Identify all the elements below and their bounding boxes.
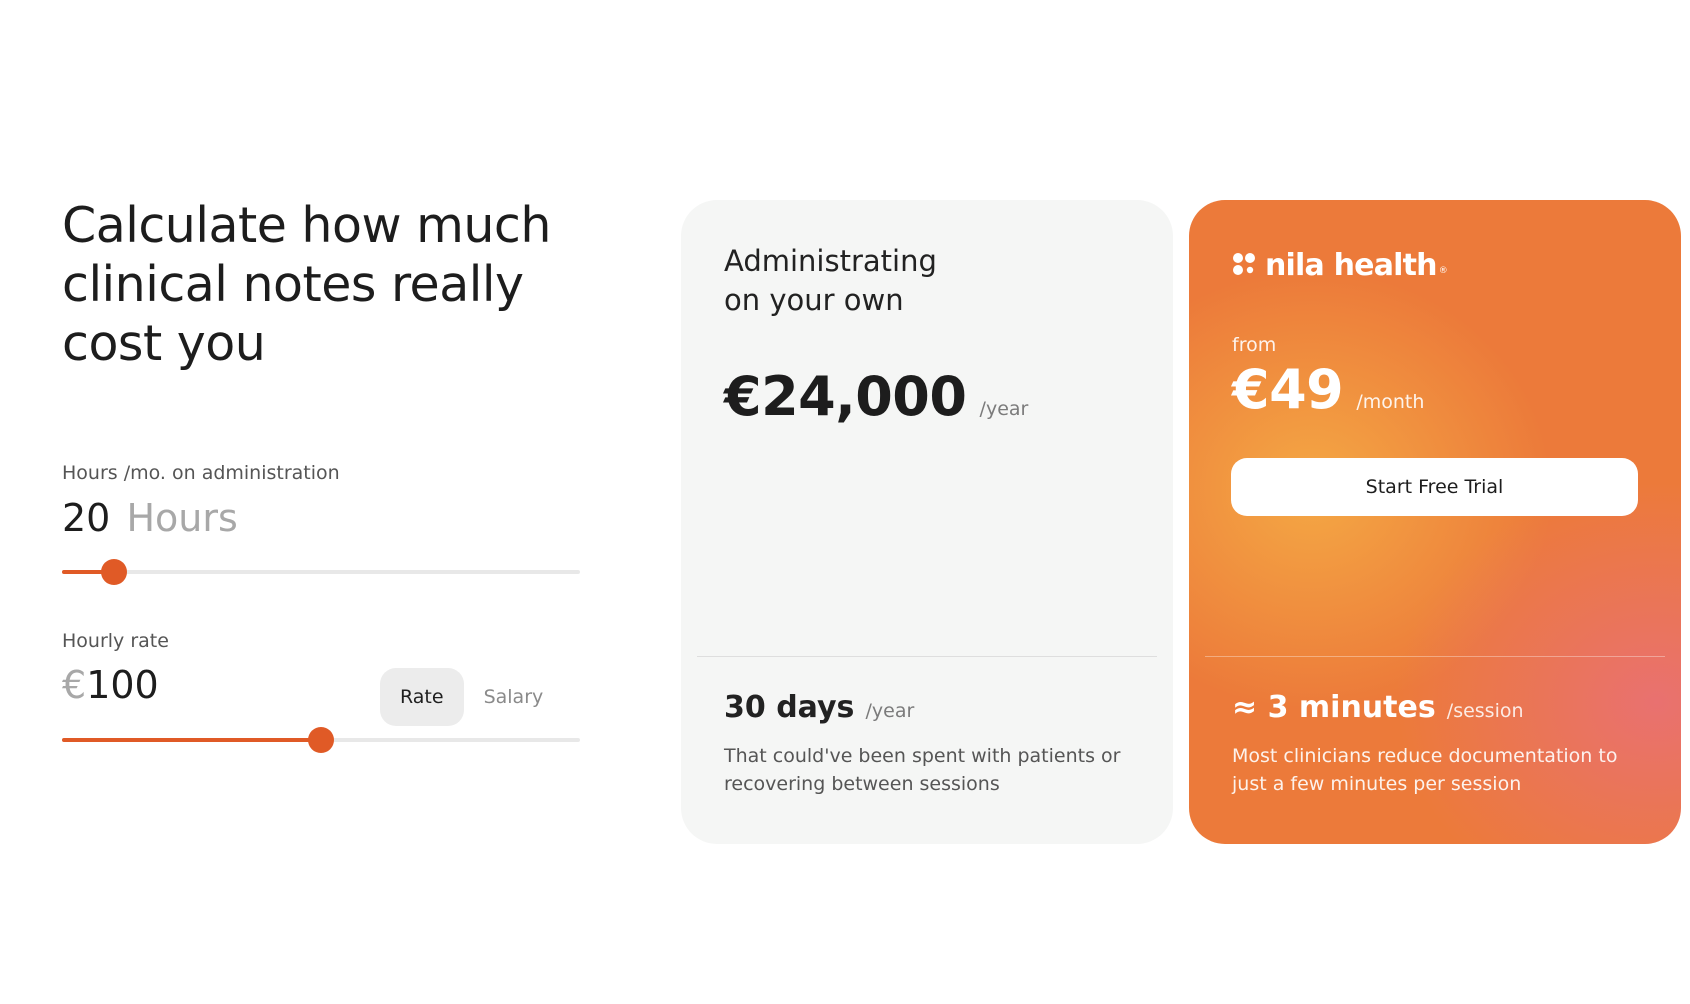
hours-slider-track[interactable] xyxy=(62,570,580,574)
card-divider xyxy=(1205,656,1665,657)
rate-slider-thumb[interactable] xyxy=(308,727,334,753)
hours-value: 20 xyxy=(62,496,111,540)
nila-price: €49 xyxy=(1232,358,1344,421)
registered-mark: ® xyxy=(1438,265,1448,276)
own-card-title-line2: on your own xyxy=(724,283,904,317)
hours-unit: Hours xyxy=(126,496,238,540)
hours-label: Hours /mo. on administration xyxy=(62,462,340,484)
nila-price-period: /month xyxy=(1356,391,1425,413)
nila-price-row: €49 /month xyxy=(1232,358,1424,421)
own-stat-description: That could've been spent with patients o… xyxy=(724,745,1121,795)
own-price-row: €24,000 /year xyxy=(724,365,1028,428)
own-card-title: Administrating on your own xyxy=(724,242,937,320)
nila-stat-value: ≈ 3 minutes xyxy=(1232,690,1436,725)
hours-value-display: 20 Hours xyxy=(62,496,238,540)
hours-slider[interactable] xyxy=(62,559,580,585)
calculator-heading: Calculate how much clinical notes really… xyxy=(62,197,551,372)
own-administration-card: Administrating on your own €24,000 /year… xyxy=(681,200,1173,844)
own-card-title-line1: Administrating xyxy=(724,244,937,278)
own-stat-period: /year xyxy=(865,700,915,722)
hourly-rate-label: Hourly rate xyxy=(62,630,169,652)
rate-value: 100 xyxy=(86,663,159,707)
nila-health-card: nila health ® from €49 /month Start Free… xyxy=(1189,200,1681,844)
salary-toggle-option[interactable]: Salary xyxy=(464,668,564,726)
cost-calculator: Calculate how much clinical notes really… xyxy=(62,196,582,753)
rate-value-display: €100 xyxy=(62,663,159,707)
pricing-calculator-section: Calculate how much clinical notes really… xyxy=(0,0,1690,1004)
own-price: €24,000 xyxy=(724,365,967,428)
brand-name: nila health xyxy=(1265,248,1438,283)
nila-health-logo: nila health ® xyxy=(1231,248,1448,283)
own-stat-value: 30 days xyxy=(724,690,855,725)
rate-salary-toggle: Rate Salary xyxy=(380,668,563,726)
rate-currency: € xyxy=(62,663,87,707)
own-stat-row: 30 days /year xyxy=(724,690,914,725)
nila-logo-icon xyxy=(1231,251,1257,281)
rate-slider[interactable] xyxy=(62,727,580,753)
rate-toggle-option[interactable]: Rate xyxy=(380,668,464,726)
start-free-trial-button[interactable]: Start Free Trial xyxy=(1231,458,1638,516)
nila-stat-description: Most clinicians reduce documentation to … xyxy=(1232,745,1618,795)
rate-slider-fill xyxy=(62,738,321,742)
nila-stat-row: ≈ 3 minutes /session xyxy=(1232,690,1524,725)
from-label: from xyxy=(1232,334,1277,356)
own-price-period: /year xyxy=(979,398,1029,420)
nila-stat-period: /session xyxy=(1446,700,1524,722)
card-divider xyxy=(697,656,1157,657)
hours-slider-thumb[interactable] xyxy=(100,559,127,585)
